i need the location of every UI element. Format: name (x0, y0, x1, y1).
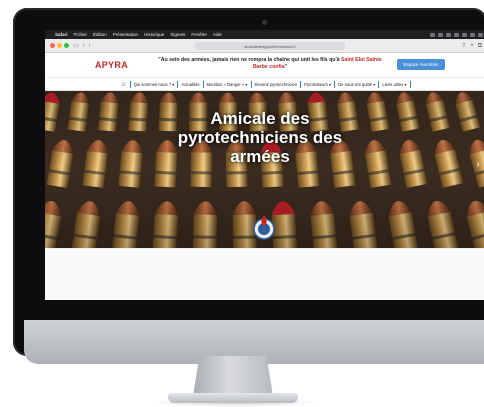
sidebar-icon[interactable]: ▭ (73, 43, 79, 49)
nav-item-munition-danger[interactable]: Munition « Danger » ▾ (202, 80, 251, 88)
hero-title: Amicale des pyrotechniciens des armées (177, 109, 343, 166)
menu-presentation[interactable]: Présentation (113, 32, 138, 37)
monitor-foot (168, 393, 298, 403)
carousel-next-icon[interactable]: › (473, 159, 483, 171)
nav-item-devenir[interactable]: Devenir pyrotechnicien (250, 80, 301, 88)
status-icon[interactable] (438, 32, 443, 37)
screen: Safari Fichier Édition Présentation Hist… (45, 30, 484, 300)
tabs-overview-icon[interactable]: ⧉ (478, 43, 482, 49)
site-nav: ⌂ Qui sommes-nous ? ▾ Actualités Munitio… (45, 77, 484, 91)
menu-fenetre[interactable]: Fenêtre (191, 32, 207, 37)
nav-item-qui-sommes-nous[interactable]: Qui sommes-nous ? ▾ (129, 80, 178, 88)
page-content-area (45, 248, 484, 300)
status-icons (430, 32, 483, 37)
menu-historique[interactable]: Historique (144, 32, 164, 37)
camera (262, 20, 267, 25)
monitor-stand (193, 356, 273, 396)
apyra-emblem-icon (253, 215, 275, 240)
nav-item-pyrotraiteurs[interactable]: Pyrotraiteurs ▾ (300, 80, 334, 88)
menu-signets[interactable]: Signets (170, 32, 185, 37)
macos-menubar: Safari Fichier Édition Présentation Hist… (45, 30, 484, 39)
status-icon[interactable] (454, 32, 459, 37)
menu-safari[interactable]: Safari (55, 32, 68, 37)
site-tagline: "Au sein des armées, jamais rien ne romp… (155, 57, 385, 70)
menu-aide[interactable]: Aide (213, 32, 222, 37)
home-icon[interactable]: ⌂ (121, 81, 125, 88)
close-window-button[interactable] (50, 43, 55, 48)
chevron-left-icon[interactable]: ‹ (83, 43, 85, 49)
menu-fichier[interactable]: Fichier (74, 32, 88, 37)
imac-monitor: Safari Fichier Édition Présentation Hist… (13, 8, 484, 364)
nav-item-nous-ont-quitte[interactable]: De nous ont quitté ▾ (334, 80, 378, 88)
status-icon[interactable] (470, 32, 475, 37)
status-icon[interactable] (462, 32, 467, 37)
status-icon[interactable] (430, 32, 435, 37)
nav-item-liens-utiles[interactable]: Liens utiles ▾ (378, 80, 411, 88)
member-area-button[interactable]: Espace membres (397, 59, 445, 70)
browser-toolbar: ▭ ‹ › amicaledespyrotechniciens.fr ⇧ + ⧉ (45, 39, 484, 53)
chevron-right-icon[interactable]: › (89, 43, 91, 49)
site-logo[interactable]: APYRA (95, 60, 128, 70)
status-icon[interactable] (446, 32, 451, 37)
nav-item-actualites[interactable]: Actualités (177, 80, 202, 88)
window-controls (50, 43, 69, 48)
minimize-window-button[interactable] (57, 43, 62, 48)
zoom-window-button[interactable] (64, 43, 69, 48)
tagline-end: " (284, 63, 287, 70)
tagline-text: "Au sein des armées, jamais rien ne romp… (158, 57, 342, 63)
share-icon[interactable]: ⇧ (461, 43, 466, 49)
hero-banner: Amicale des pyrotechniciens des armées › (45, 91, 484, 248)
site-header: APYRA "Au sein des armées, jamais rien n… (45, 53, 484, 77)
plus-icon[interactable]: + (470, 43, 474, 49)
status-icon[interactable] (478, 32, 483, 37)
menu-edition[interactable]: Édition (93, 32, 107, 37)
address-bar[interactable]: amicaledespyrotechniciens.fr (195, 42, 345, 50)
